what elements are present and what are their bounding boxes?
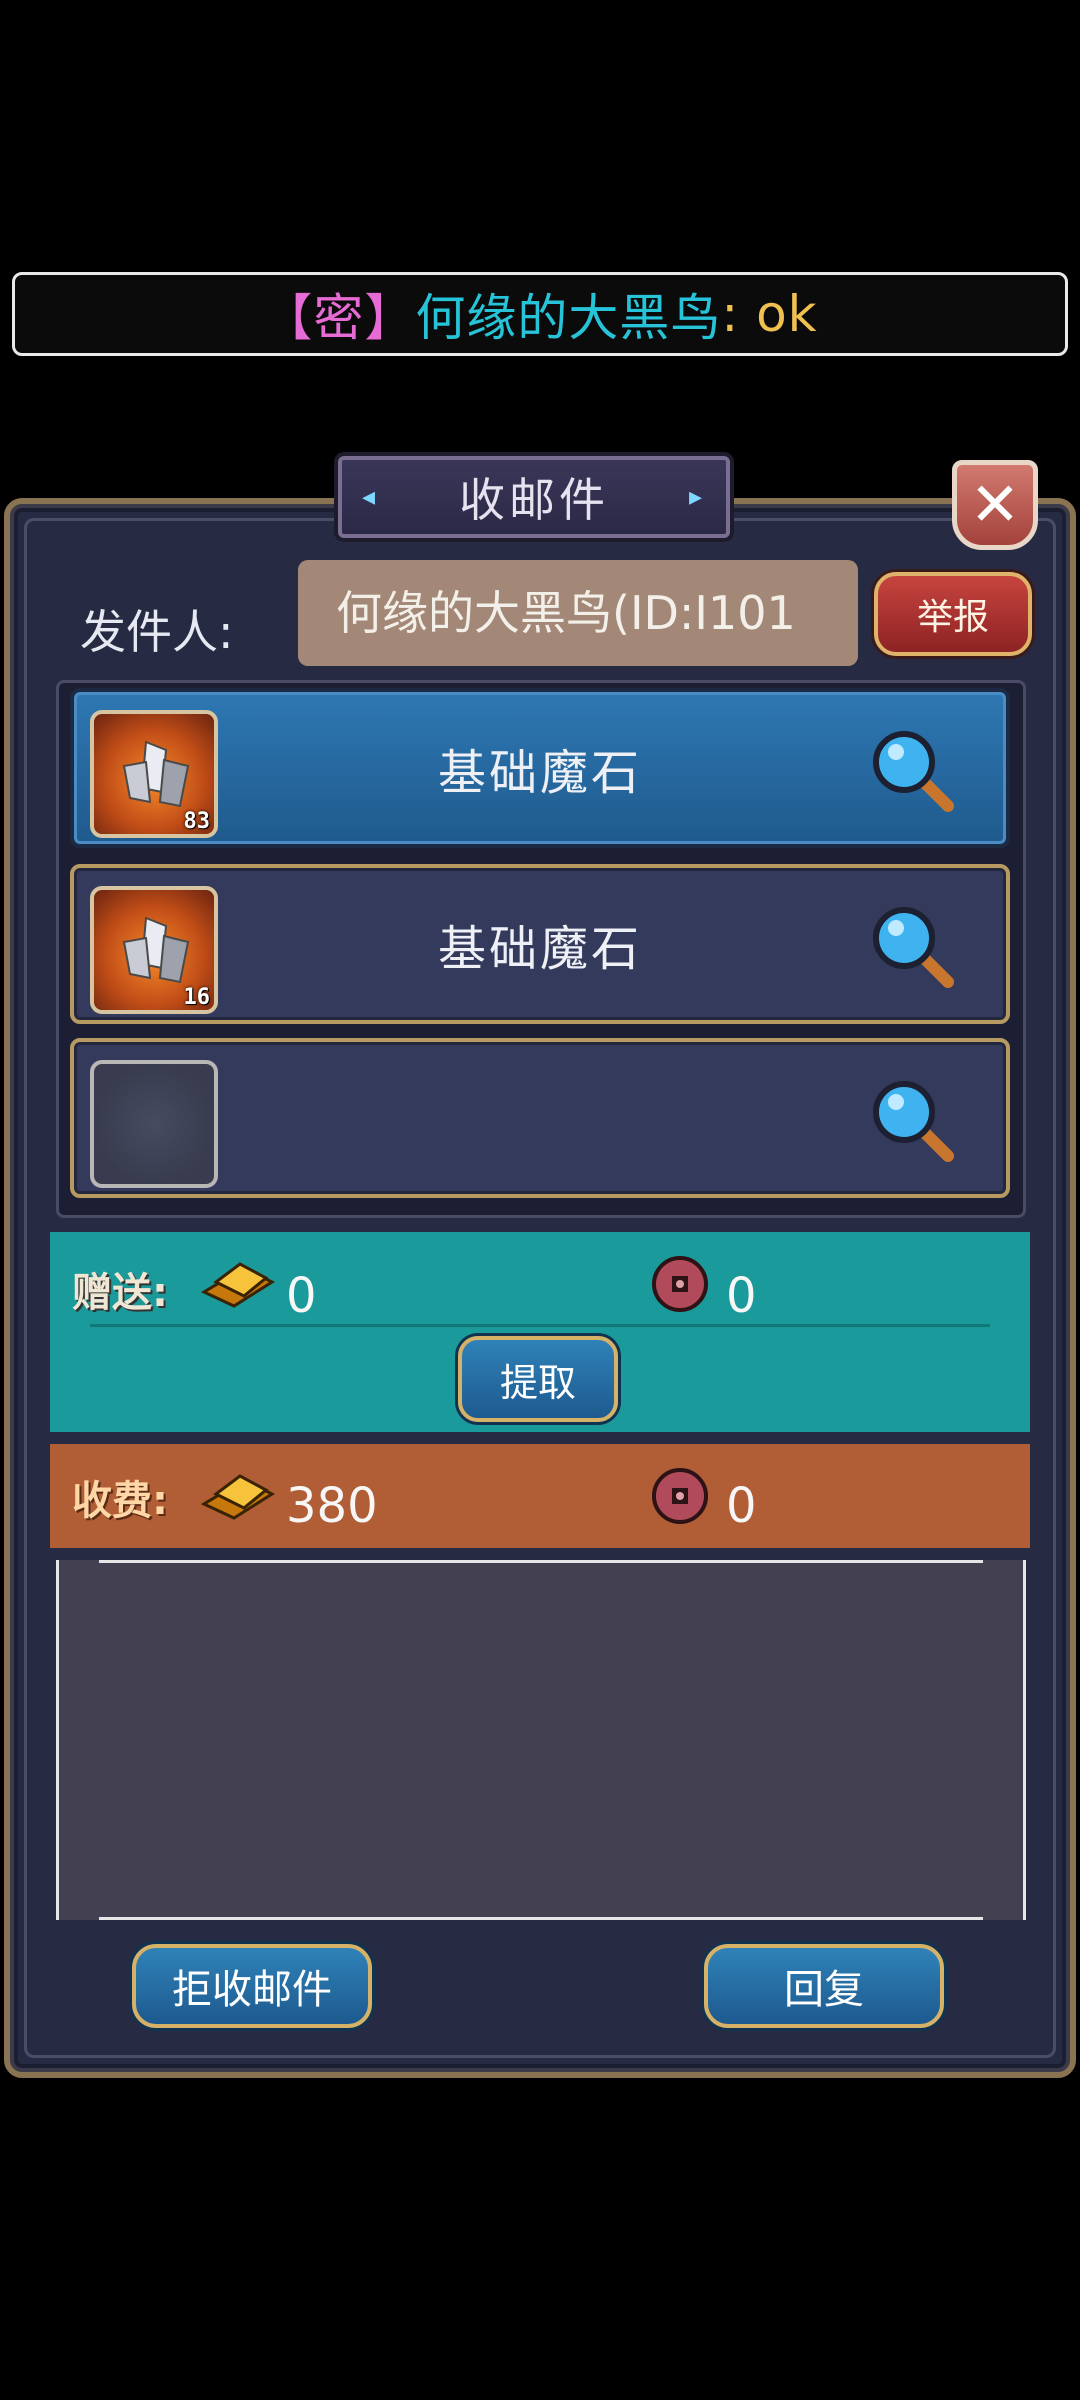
empty-item-slot[interactable] <box>90 1060 218 1188</box>
item-name <box>274 1042 806 1194</box>
attachment-row[interactable]: 16 基础魔石 <box>70 864 1010 1024</box>
item-name: 基础魔石 <box>437 745 642 801</box>
copper-coin-icon <box>652 1468 708 1524</box>
copper-coin-icon <box>652 1256 708 1312</box>
fee-gold-value: 380 <box>286 1478 378 1534</box>
reject-mail-button[interactable]: 拒收邮件 <box>132 1944 372 2028</box>
item-quantity: 83 <box>183 809 211 834</box>
page-title: 收邮件 <box>459 473 609 527</box>
gift-coin-value: 0 <box>726 1268 757 1324</box>
gold-ingot-icon <box>200 1262 276 1308</box>
chevron-left-icon: ◂ <box>362 482 380 512</box>
close-icon: ✕ <box>969 470 1021 540</box>
item-slot[interactable]: 83 <box>90 710 218 838</box>
gift-label: 赠送: <box>72 1270 168 1316</box>
chat-message: : ok <box>721 285 818 343</box>
message-body <box>56 1560 1026 1920</box>
item-name: 基础魔石 <box>437 921 642 977</box>
item-slot[interactable]: 16 <box>90 886 218 1014</box>
attachment-row[interactable]: 83 基础魔石 <box>70 688 1010 848</box>
chevron-right-icon: ▸ <box>688 482 706 512</box>
gift-gold-value: 0 <box>286 1268 317 1324</box>
magic-stone-icon <box>122 916 190 984</box>
fee-section: 收费: 380 0 <box>50 1444 1030 1548</box>
magnifier-icon[interactable] <box>868 902 954 988</box>
magic-stone-icon <box>122 740 190 808</box>
magnifier-icon[interactable] <box>868 1076 954 1162</box>
divider <box>90 1324 990 1327</box>
claim-button[interactable]: 提取 <box>458 1336 618 1422</box>
gold-ingot-icon <box>200 1474 276 1520</box>
mail-title-plate: ◂ 收邮件 ▸ <box>338 456 730 538</box>
reply-button[interactable]: 回复 <box>704 1944 944 2028</box>
fee-coin-value: 0 <box>726 1478 757 1534</box>
report-button[interactable]: 举报 <box>874 572 1032 656</box>
gift-section: 赠送: 0 0 提取 <box>50 1232 1030 1432</box>
chat-sender-name[interactable]: 何缘的大黑鸟 <box>415 278 721 350</box>
close-button[interactable]: ✕ <box>952 460 1038 550</box>
sender-field: 何缘的大黑鸟(ID:I101 <box>298 560 858 666</box>
whisper-tag: 【密】 <box>262 289 416 347</box>
fee-label: 收费: <box>72 1478 168 1524</box>
magnifier-icon[interactable] <box>868 726 954 812</box>
sender-label: 发件人: <box>80 605 234 659</box>
item-quantity: 16 <box>183 985 211 1010</box>
whisper-chat-bar[interactable]: 【密】 何缘的大黑鸟 : ok <box>12 272 1068 356</box>
attachment-row[interactable] <box>70 1038 1010 1198</box>
